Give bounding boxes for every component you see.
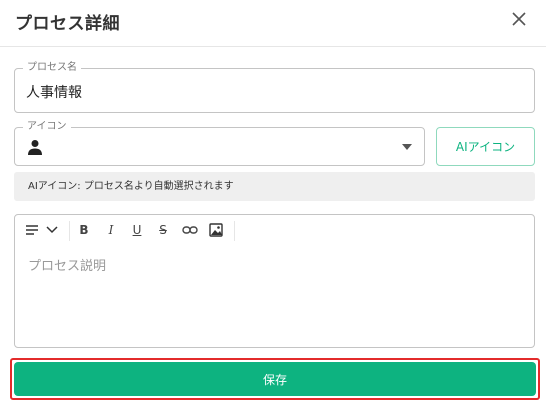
description-placeholder[interactable]: プロセス説明: [28, 255, 106, 274]
process-name-label: プロセス名: [23, 62, 81, 74]
icon-select[interactable]: アイコン: [14, 121, 425, 166]
icon-select-label: アイコン: [23, 121, 71, 133]
ai-icon-info: AIアイコン: プロセス名より自動選択されます: [14, 172, 535, 201]
process-name-field[interactable]: プロセス名 人事情報: [14, 62, 535, 113]
align-menu-icon[interactable]: [25, 223, 39, 237]
description-editor[interactable]: B I U S プロセス説明: [14, 214, 535, 348]
underline-icon[interactable]: U: [131, 223, 143, 237]
bold-icon[interactable]: B: [78, 223, 90, 237]
chevron-down-icon[interactable]: [46, 223, 58, 237]
image-icon[interactable]: [209, 223, 223, 237]
close-button[interactable]: [506, 7, 532, 33]
italic-icon[interactable]: I: [105, 223, 117, 237]
dialog-header: プロセス詳細: [0, 0, 546, 47]
toolbar-divider: [69, 221, 70, 241]
dropdown-arrow-icon[interactable]: [402, 144, 412, 150]
link-icon[interactable]: [182, 223, 198, 237]
strikethrough-icon[interactable]: S: [157, 223, 169, 237]
dialog-title: プロセス詳細: [15, 14, 120, 34]
toolbar-divider: [234, 221, 235, 241]
save-button[interactable]: 保存: [14, 362, 536, 396]
ai-icon-button[interactable]: AIアイコン: [436, 127, 535, 166]
process-name-input[interactable]: 人事情報: [26, 82, 82, 102]
editor-toolbar: B I U S: [15, 215, 534, 245]
close-icon: [512, 12, 526, 26]
person-icon: [28, 140, 42, 155]
